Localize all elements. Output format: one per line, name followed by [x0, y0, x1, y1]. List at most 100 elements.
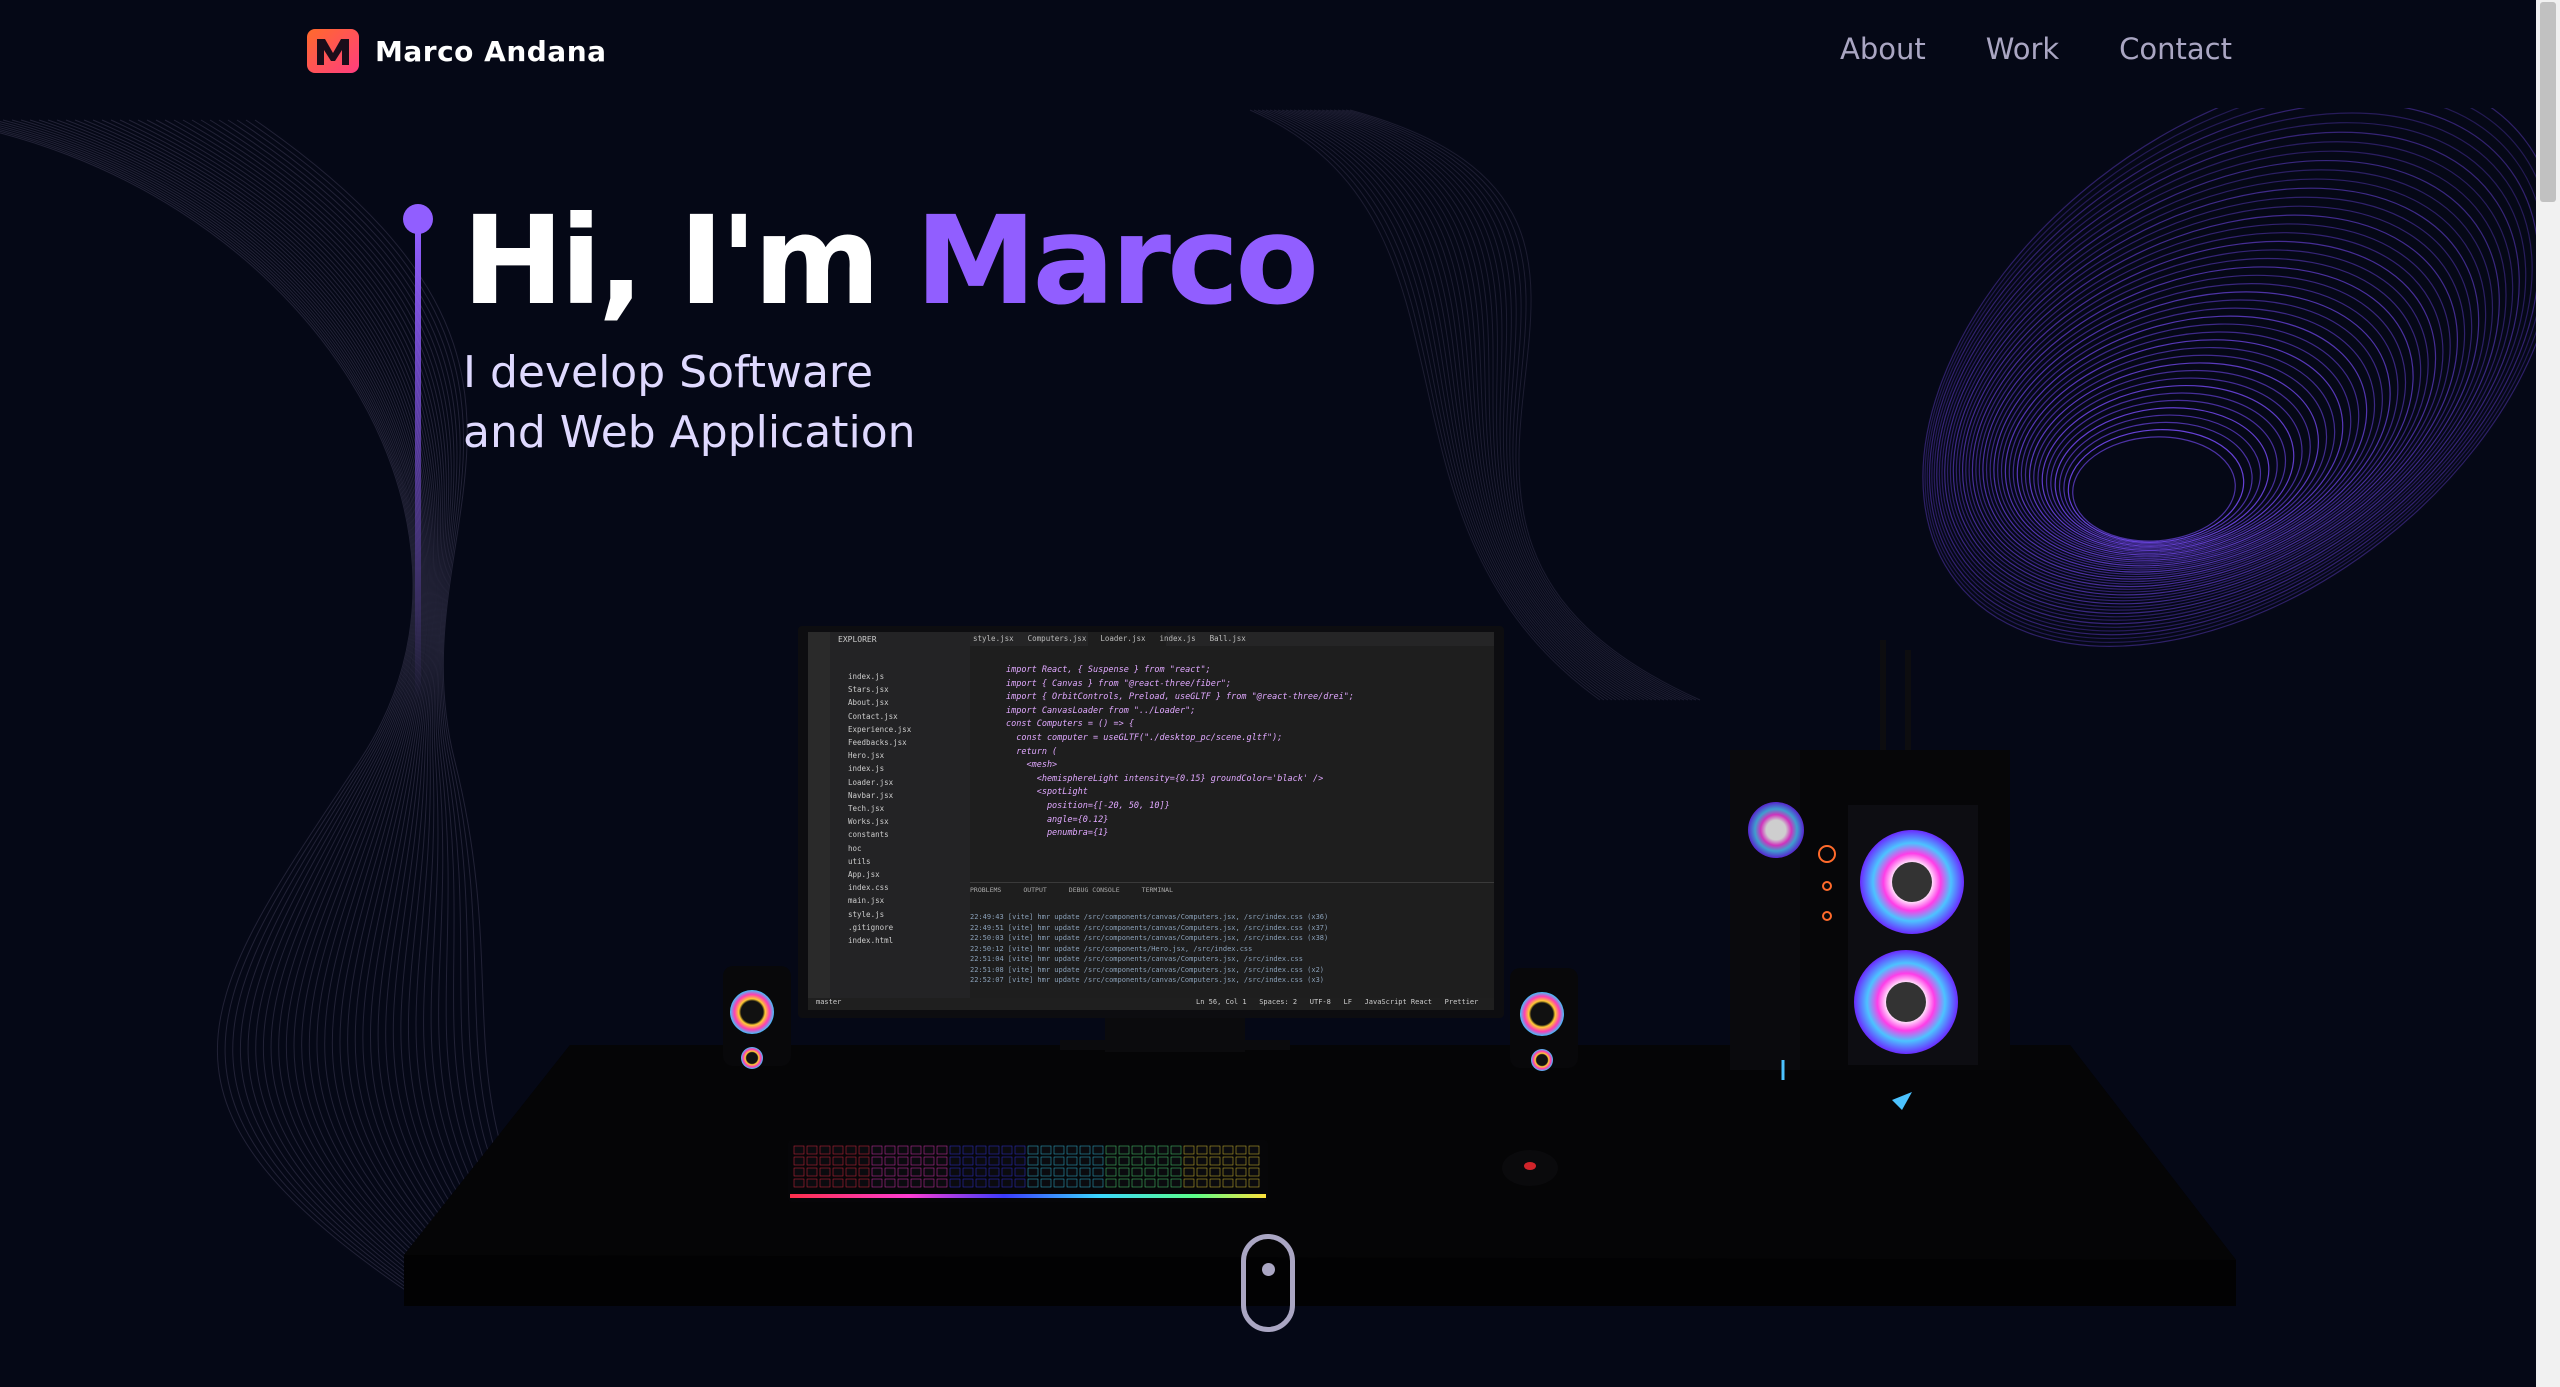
keyboard-key	[1157, 1167, 1169, 1177]
keyboard-key	[884, 1167, 896, 1177]
keyboard-key	[1157, 1145, 1169, 1155]
wave-ring	[1958, 205, 2466, 599]
keyboard-key	[1027, 1145, 1039, 1155]
file-item: About.jsx	[848, 698, 889, 708]
keyboard-key	[884, 1156, 896, 1166]
keyboard-key	[1092, 1178, 1104, 1188]
keyboard-key	[936, 1156, 948, 1166]
keyboard-key	[1183, 1178, 1195, 1188]
wave-ring	[1955, 196, 2473, 602]
keyboard-key	[1144, 1167, 1156, 1177]
wave-ring	[2020, 346, 2336, 560]
keyboard-key	[897, 1167, 909, 1177]
keyboard-key	[858, 1178, 870, 1188]
file-item: Feedbacks.jsx	[848, 738, 907, 748]
file-item: .gitignore	[848, 922, 894, 932]
code-line: angle={0.12}	[1006, 814, 1109, 825]
keyboard-key	[1222, 1178, 1234, 1188]
panel-tab: TERMINAL	[1141, 886, 1173, 894]
code-line: <hemisphereLight intensity={0.15} ground…	[1006, 773, 1324, 784]
keyboard-key	[819, 1178, 831, 1188]
keyboard-key	[1118, 1178, 1130, 1188]
keyboard-key	[936, 1145, 948, 1155]
keyboard-key	[897, 1145, 909, 1155]
keyboard-key	[884, 1145, 896, 1155]
code-line: <spotLight	[1006, 787, 1088, 798]
editor-sidebar-header: EXPLORER	[838, 635, 877, 644]
keyboard-key	[1196, 1178, 1208, 1188]
keyboard-key	[832, 1145, 844, 1155]
keyboard-key	[949, 1178, 961, 1188]
keyboard-key	[858, 1167, 870, 1177]
code-line: import { OrbitControls, Preload, useGLTF…	[1006, 692, 1354, 703]
keyboard-key	[1196, 1145, 1208, 1155]
nav-link-contact[interactable]: Contact	[2119, 32, 2232, 66]
keyboard-key	[923, 1145, 935, 1155]
keyboard-key	[1157, 1178, 1169, 1188]
keyboard-key	[1157, 1156, 1169, 1166]
keyboard-key	[1079, 1156, 1091, 1166]
terminal-line: 22:51:04 [vite] hmr update /src/componen…	[970, 955, 1303, 963]
keyboard-key	[858, 1145, 870, 1155]
keyboard-key	[962, 1167, 974, 1177]
keyboard-key	[1183, 1145, 1195, 1155]
keyboard-key	[1131, 1167, 1143, 1177]
keyboard-key	[1079, 1167, 1091, 1177]
nav-link-work[interactable]: Work	[1986, 32, 2059, 66]
keyboard-key	[1196, 1167, 1208, 1177]
file-item: style.js	[848, 909, 885, 919]
keyboard-key	[1209, 1178, 1221, 1188]
keyboard-key	[1248, 1178, 1260, 1188]
wave-ring	[1982, 266, 2414, 580]
keyboard-key	[1170, 1145, 1182, 1155]
keyboard-key	[1118, 1167, 1130, 1177]
keyboard-key	[1027, 1178, 1039, 1188]
keyboard-key	[858, 1156, 870, 1166]
keyboard-key	[1040, 1178, 1052, 1188]
brand-logo-link[interactable]: Marco Andana	[305, 27, 607, 75]
keyboard-key	[1040, 1156, 1052, 1166]
scroll-indicator-dot	[1262, 1263, 1275, 1276]
keyboard-key	[871, 1145, 883, 1155]
code-line: import React, { Suspense } from "react";	[1006, 665, 1211, 675]
keyboard-key	[975, 1167, 987, 1177]
keyboard-key	[897, 1156, 909, 1166]
file-item: index.html	[848, 936, 894, 946]
keyboard-key	[1170, 1156, 1182, 1166]
keyboard-key	[975, 1156, 987, 1166]
editor-tab: style.jsx	[973, 634, 1014, 643]
panel-tab: OUTPUT	[1023, 886, 1047, 894]
terminal-line: 22:49:51 [vite] hmr update /src/componen…	[970, 923, 1329, 932]
keyboard-key	[949, 1145, 961, 1155]
page-scrollbar-thumb[interactable]	[2540, 2, 2556, 202]
scroll-down-button[interactable]	[1241, 1234, 1295, 1332]
keyboard-key	[1014, 1167, 1026, 1177]
keyboard-key	[806, 1167, 818, 1177]
keyboard-key	[1001, 1178, 1013, 1188]
keyboard-key	[910, 1178, 922, 1188]
keyboard-key	[1209, 1145, 1221, 1155]
hero-name: Marco	[915, 190, 1319, 332]
keyboard-key	[819, 1156, 831, 1166]
page-scrollbar[interactable]	[2536, 0, 2560, 1387]
keyboard-key	[1131, 1178, 1143, 1188]
nav-link-about[interactable]: About	[1840, 32, 1926, 66]
keyboard-key	[884, 1178, 896, 1188]
keyboard-key	[1105, 1178, 1117, 1188]
keyboard-key	[819, 1145, 831, 1155]
keyboard-key	[923, 1167, 935, 1177]
code-line: import CanvasLoader from "../Loader";	[1006, 705, 1196, 716]
keyboard-key	[988, 1145, 1000, 1155]
keyboard-key	[1170, 1167, 1182, 1177]
terminal-line: 22:50:03 [vite] hmr update /src/componen…	[970, 934, 1329, 942]
keyboard-key	[871, 1156, 883, 1166]
editor-tab: Ball.jsx	[1209, 634, 1246, 643]
code-line: const Computers = () => {	[1006, 719, 1134, 730]
keyboard-key	[1144, 1178, 1156, 1188]
keyboard-key	[962, 1156, 974, 1166]
keyboard-key	[1105, 1145, 1117, 1155]
file-item: Experience.jsx	[848, 724, 912, 734]
panel-tab: PROBLEMS	[970, 886, 1002, 894]
file-item: Contact.jsx	[848, 711, 898, 721]
keyboard-key	[1053, 1178, 1065, 1188]
